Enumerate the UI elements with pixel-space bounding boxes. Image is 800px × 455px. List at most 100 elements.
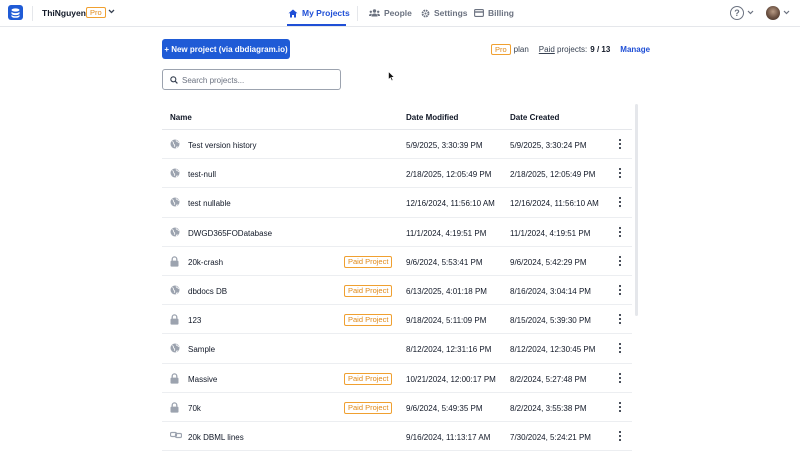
table-row[interactable]: test-null 2/18/2025, 12:05:49 PM 2/18/2025… [162, 159, 632, 189]
mouse-cursor-icon [388, 71, 395, 82]
table-row[interactable]: Massive Paid Project 10/21/2024, 12:00:17 … [162, 364, 632, 393]
date-modified: 11/1/2024, 4:19:51 PM [406, 228, 487, 238]
more-options-icon[interactable] [617, 255, 623, 266]
date-modified: 6/13/2025, 4:01:18 PM [406, 286, 487, 296]
project-name[interactable]: Massive [188, 375, 217, 384]
date-created: 11/1/2024, 4:19:51 PM [510, 228, 591, 238]
project-name[interactable]: 20k DBML lines [188, 433, 244, 442]
lock-icon [170, 314, 179, 327]
more-options-icon[interactable] [617, 197, 623, 208]
globe-icon [170, 285, 180, 297]
pro-badge: Pro [86, 7, 106, 18]
date-modified: 5/9/2025, 3:30:39 PM [406, 141, 483, 150]
table-row[interactable]: 20k DBML lines 9/16/2024, 11:13:17 AM 7/30… [162, 422, 632, 452]
paid-projects-label: Paid projects: [539, 45, 587, 54]
date-modified: 10/21/2024, 12:00:17 PM [406, 374, 496, 384]
scrollbar[interactable] [635, 104, 638, 316]
nav-people[interactable]: People [369, 8, 412, 18]
link-icon [169, 431, 183, 441]
nav-billing[interactable]: Billing [474, 8, 514, 18]
more-options-icon[interactable] [617, 226, 623, 237]
table-row[interactable]: test nullable 12/16/2024, 11:56:10 AM 12/1… [162, 188, 632, 218]
project-name[interactable]: 123 [188, 316, 201, 325]
lock-icon [170, 372, 179, 386]
workspace-user-name[interactable]: ThiNguyen [42, 8, 86, 18]
date-created: 8/12/2024, 12:30:45 PM [510, 345, 596, 355]
date-modified: 12/16/2024, 11:56:10 AM [406, 199, 495, 209]
project-name[interactable]: DWGD365FODatabase [188, 229, 272, 238]
date-created: 5/9/2025, 3:30:24 PM [510, 141, 587, 150]
app-logo-icon[interactable] [8, 5, 23, 20]
plan-label: plan [513, 45, 529, 54]
avatar[interactable] [766, 6, 780, 20]
table-row[interactable]: dbdocs DB Paid Project 6/13/2025, 4:01:18 … [162, 276, 632, 306]
nav-settings[interactable]: Settings [421, 8, 468, 18]
project-name[interactable]: test nullable [188, 199, 231, 208]
more-options-icon[interactable] [617, 343, 623, 354]
search-box[interactable] [162, 69, 341, 90]
chevron-down-icon[interactable] [108, 9, 115, 14]
nav-label: Settings [434, 8, 468, 18]
globe-icon [170, 343, 180, 355]
column-header-date-modified[interactable]: Date Modified [406, 113, 458, 122]
date-created: 8/2/2024, 3:55:38 PM [510, 403, 587, 413]
plan-summary: Pro plan Paid projects: 9 / 13 Manage [491, 44, 650, 55]
paid-project-badge: Paid Project [344, 372, 393, 385]
more-options-icon[interactable] [617, 284, 623, 295]
column-header-date-created[interactable]: Date Created [510, 113, 559, 122]
paid-projects-suffix: projects: [554, 45, 588, 54]
project-name[interactable]: 20k-crash [188, 258, 223, 267]
more-options-icon[interactable] [617, 314, 623, 325]
help-icon[interactable]: ? [730, 6, 744, 20]
chevron-down-icon[interactable] [783, 10, 790, 15]
table-row[interactable]: 20k-crash Paid Project 9/6/2024, 5:53:41 P… [162, 247, 632, 276]
date-modified: 2/18/2025, 12:05:49 PM [406, 170, 492, 180]
more-options-icon[interactable] [617, 168, 623, 179]
more-options-icon[interactable] [617, 401, 623, 412]
manage-link[interactable]: Manage [620, 45, 650, 54]
date-modified: 9/6/2024, 5:53:41 PM [406, 257, 483, 267]
people-icon [369, 9, 380, 17]
globe-icon [170, 168, 180, 180]
date-created: 8/2/2024, 5:27:48 PM [510, 374, 587, 384]
top-bar: ThiNguyen Pro My Projects People Setting… [0, 0, 800, 27]
column-header-name[interactable]: Name [170, 113, 192, 122]
more-options-icon[interactable] [617, 139, 623, 149]
new-project-button[interactable]: + New project (via dbdiagram.io) [162, 39, 290, 59]
table-row[interactable]: Sample 8/12/2024, 12:31:16 PM 8/12/2024, 1… [162, 334, 632, 364]
projects-table: Name Date Modified Date Created Test ver… [162, 103, 632, 452]
home-icon [288, 9, 298, 17]
search-input[interactable] [182, 73, 332, 87]
date-modified: 9/18/2024, 5:11:09 PM [406, 316, 487, 326]
more-options-icon[interactable] [617, 430, 623, 441]
table-row[interactable]: Test version history 5/9/2025, 3:30:39 PM… [162, 130, 632, 160]
gear-icon [421, 9, 430, 17]
lock-icon [170, 256, 179, 269]
date-modified: 9/16/2024, 11:13:17 AM [406, 432, 491, 442]
project-name[interactable]: dbdocs DB [188, 287, 227, 296]
table-row[interactable]: 123 Paid Project 9/18/2024, 5:11:09 PM 8/15… [162, 305, 632, 335]
nav-my-projects[interactable]: My Projects [288, 8, 350, 18]
date-created: 2/18/2025, 12:05:49 PM [510, 170, 596, 180]
date-modified: 9/6/2024, 5:49:35 PM [406, 403, 483, 413]
globe-icon [170, 139, 180, 151]
table-row[interactable]: DWGD365FODatabase 11/1/2024, 4:19:51 PM 11… [162, 218, 632, 247]
project-name[interactable]: Sample [188, 345, 215, 354]
chevron-down-icon[interactable] [747, 10, 754, 15]
active-tab-indicator [287, 24, 346, 26]
more-options-icon[interactable] [617, 372, 623, 383]
date-created: 9/6/2024, 5:42:29 PM [510, 257, 587, 267]
project-name[interactable]: Test version history [188, 141, 256, 150]
project-name[interactable]: 70k [188, 404, 201, 413]
paid-projects-count: 9 / 13 [590, 45, 611, 54]
globe-icon [170, 197, 180, 209]
billing-card-icon [474, 9, 484, 17]
lock-icon [170, 401, 179, 415]
table-body: Test version history 5/9/2025, 3:30:39 PM… [162, 130, 632, 452]
paid-link[interactable]: Paid [539, 45, 555, 54]
project-name[interactable]: test-null [188, 170, 216, 179]
table-row[interactable]: 70k Paid Project 9/6/2024, 5:49:35 PM 8/2/2… [162, 393, 632, 422]
date-created: 8/16/2024, 3:04:14 PM [510, 286, 591, 296]
nav-label: People [384, 8, 412, 18]
paid-project-badge: Paid Project [344, 255, 393, 268]
